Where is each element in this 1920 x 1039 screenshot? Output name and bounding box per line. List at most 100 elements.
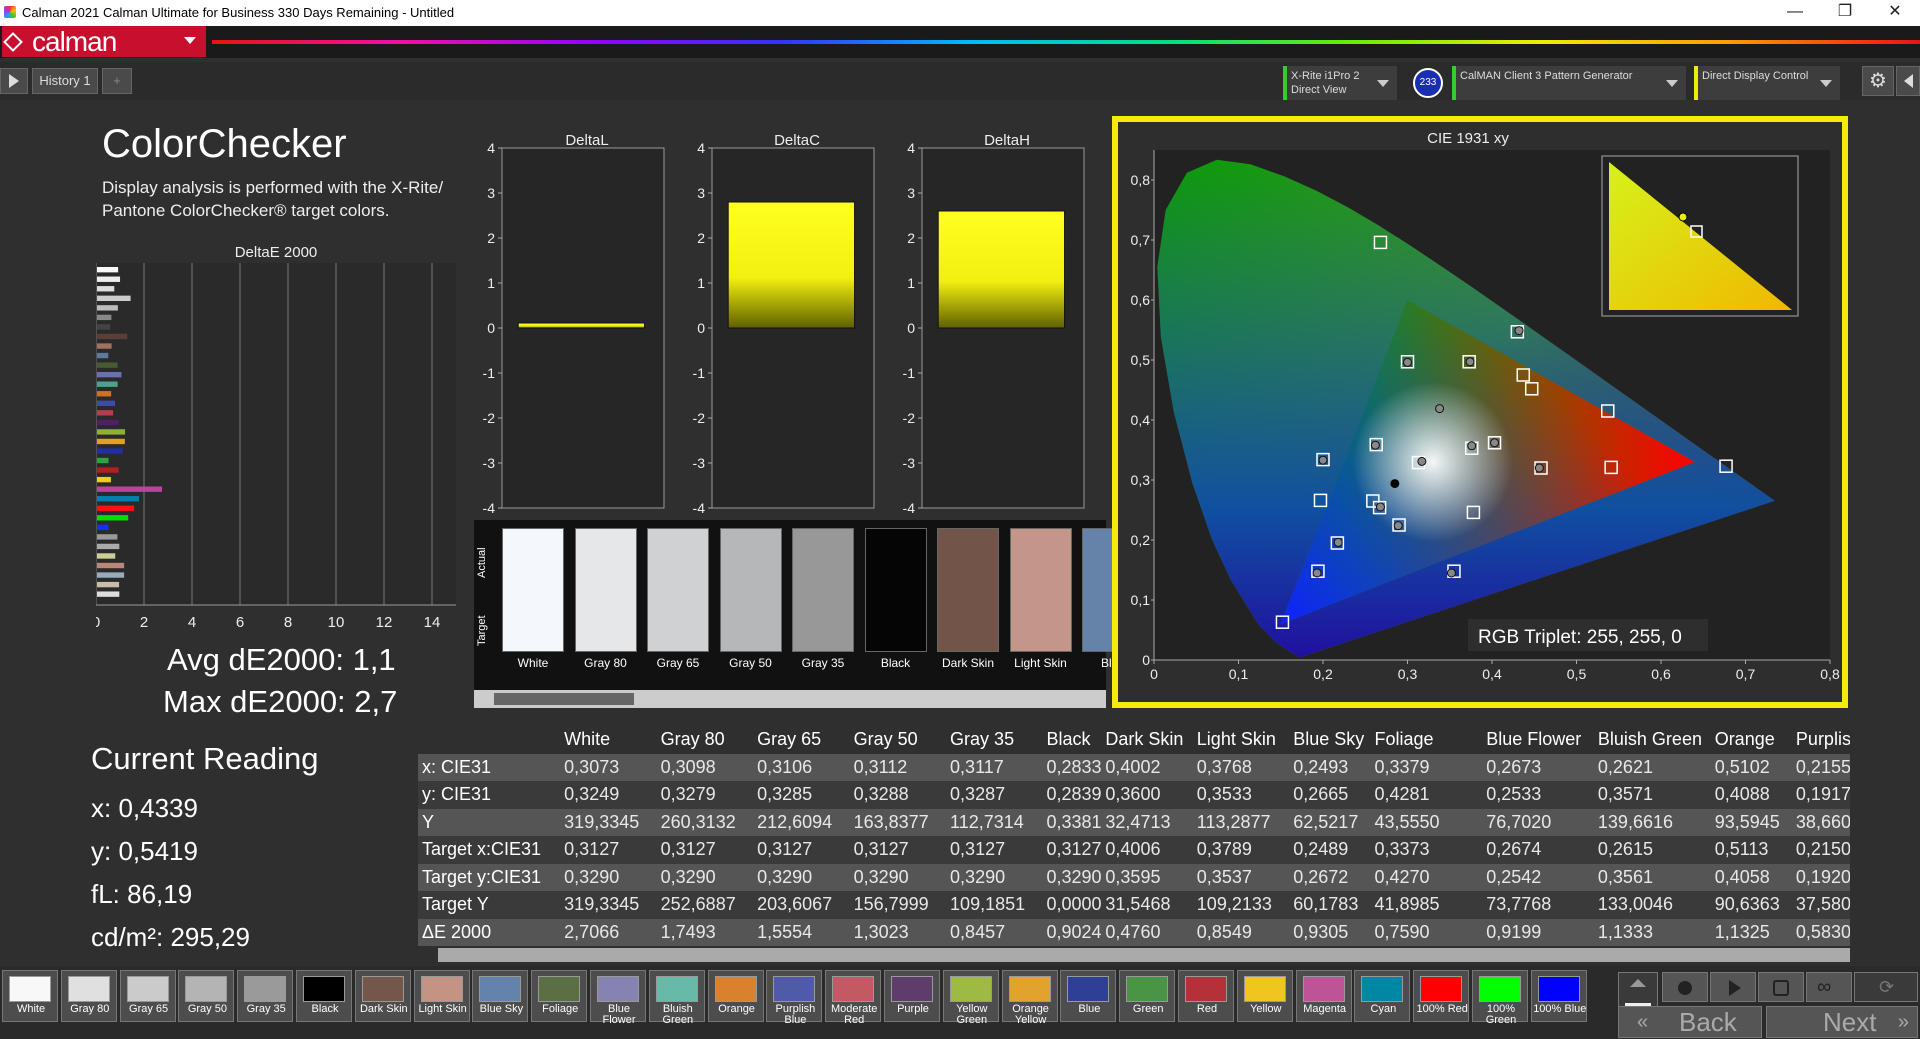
table-scrollbar[interactable] bbox=[438, 948, 1850, 962]
column-header[interactable]: Orange bbox=[1711, 726, 1792, 754]
patch-gray-35[interactable]: Gray 35 bbox=[237, 970, 294, 1022]
patch-white[interactable]: White bbox=[2, 970, 58, 1022]
column-header[interactable]: Blue Flower bbox=[1482, 726, 1594, 754]
patch-100-blue[interactable]: 100% Blue bbox=[1530, 970, 1587, 1022]
patch-cyan[interactable]: Cyan bbox=[1354, 970, 1411, 1022]
settings-button[interactable]: ⚙ bbox=[1862, 66, 1894, 96]
delta-tick-label: 0 bbox=[907, 320, 915, 336]
minimize-button[interactable]: — bbox=[1772, 2, 1818, 24]
refresh-button[interactable]: ⟳ bbox=[1854, 972, 1918, 1002]
deltae-bar bbox=[97, 448, 123, 454]
swatch-label: Black bbox=[880, 656, 911, 670]
patch-100-red[interactable]: 100% Red bbox=[1413, 970, 1470, 1022]
delta-tick-label: 0 bbox=[697, 320, 705, 336]
cie-chart-panel: CIE 1931 xy 0 0,1 0,2 0,3 0,4 0,5 0,6 0,7 0,8 0 0,… bbox=[1112, 116, 1848, 708]
table-cell: 2,7066 bbox=[560, 918, 657, 946]
column-header[interactable]: Black bbox=[1043, 726, 1102, 754]
patch-purplish-blue[interactable]: Purplish Blue bbox=[766, 970, 823, 1026]
patch-green[interactable]: Green bbox=[1119, 970, 1176, 1022]
scrollbar-thumb[interactable] bbox=[494, 693, 634, 705]
pattern-generator-selector[interactable]: CalMAN Client 3 Pattern Generator bbox=[1452, 66, 1686, 100]
table-cell: 0,3106 bbox=[753, 753, 850, 781]
swatch-gray-50[interactable] bbox=[719, 528, 782, 652]
gamut-white-glow bbox=[1352, 382, 1513, 542]
close-button[interactable]: ✕ bbox=[1872, 2, 1918, 24]
calman-menu-button[interactable]: calman bbox=[2, 26, 206, 57]
patch-light-skin[interactable]: Light Skin bbox=[413, 970, 470, 1022]
patch-gray-65[interactable]: Gray 65 bbox=[119, 970, 176, 1022]
patch-gray-80[interactable]: Gray 80 bbox=[60, 970, 117, 1022]
swatch-black[interactable] bbox=[864, 528, 927, 652]
column-header[interactable]: Purplish Blue bbox=[1792, 726, 1850, 754]
loop-button[interactable]: ∞ bbox=[1806, 972, 1852, 1002]
deltae-bar bbox=[97, 534, 118, 540]
next-button[interactable]: Next » bbox=[1766, 1006, 1918, 1038]
patch-blue-sky[interactable]: Blue Sky bbox=[472, 970, 529, 1022]
cie-y-tick: 0,6 bbox=[1131, 292, 1151, 308]
swatch-gray-80[interactable] bbox=[574, 528, 637, 652]
patch-moderate-red[interactable]: Moderate Red bbox=[825, 970, 882, 1026]
table-cell: 0,4088 bbox=[1710, 781, 1792, 809]
swatch-light-skin[interactable] bbox=[1009, 528, 1072, 652]
tab-history-1[interactable]: History 1 bbox=[32, 68, 98, 94]
play-workflow-button[interactable] bbox=[0, 68, 28, 94]
patch-bluish-green[interactable]: Bluish Green bbox=[648, 970, 705, 1026]
swatch-gray-65[interactable] bbox=[647, 528, 709, 652]
column-header[interactable]: Gray 65 bbox=[753, 726, 849, 754]
meter-status-badge[interactable]: 233 bbox=[1413, 68, 1443, 98]
table-cell: 0,8457 bbox=[946, 918, 1043, 946]
column-header[interactable]: Gray 35 bbox=[946, 726, 1042, 754]
column-header[interactable]: Gray 50 bbox=[850, 726, 946, 754]
swatch-gray-35[interactable] bbox=[792, 528, 854, 652]
swatch-dark-skin[interactable] bbox=[937, 528, 999, 652]
patch-orange[interactable]: Orange bbox=[707, 970, 764, 1022]
patch-yellow[interactable]: Yellow bbox=[1236, 970, 1293, 1022]
patch-orange-yellow[interactable]: Orange Yellow bbox=[1001, 970, 1058, 1026]
column-header[interactable]: Light Skin bbox=[1193, 726, 1289, 754]
cie-actual-point bbox=[1370, 440, 1380, 450]
column-header[interactable]: White bbox=[560, 726, 656, 754]
patch-gray-50[interactable]: Gray 50 bbox=[178, 970, 235, 1022]
table-cell: 76,7020 bbox=[1482, 808, 1594, 836]
meter-selector[interactable]: X-Rite i1Pro 2 Direct View bbox=[1283, 66, 1397, 100]
patch-yellow-green[interactable]: Yellow Green bbox=[942, 970, 999, 1026]
patch-color bbox=[949, 976, 992, 1002]
cie-actual-point bbox=[1333, 537, 1343, 547]
table-cell: 0,9024 bbox=[1042, 918, 1102, 946]
swatch-white[interactable] bbox=[502, 528, 564, 652]
play-button[interactable] bbox=[1710, 972, 1756, 1002]
deltae-tick-label: 0 bbox=[96, 614, 100, 631]
table-cell: 0,2155 bbox=[1791, 753, 1850, 781]
back-button[interactable]: « Back bbox=[1618, 1006, 1762, 1038]
display-control-selector[interactable]: Direct Display Control bbox=[1694, 66, 1840, 100]
patch-100-green[interactable]: 100% Green bbox=[1472, 970, 1528, 1026]
patch-color bbox=[1361, 976, 1404, 1002]
table-cell: 0,3290 bbox=[946, 863, 1043, 891]
patch-blue-flower[interactable]: Blue Flower bbox=[590, 970, 646, 1026]
patch-red[interactable]: Red bbox=[1178, 970, 1234, 1022]
stop-button[interactable] bbox=[1662, 972, 1708, 1002]
swatch-side-labels: Actual Target bbox=[476, 526, 494, 650]
patch-dark-skin[interactable]: Dark Skin bbox=[354, 970, 411, 1022]
column-header[interactable]: Gray 80 bbox=[657, 726, 753, 754]
add-tab-button[interactable]: + bbox=[102, 68, 132, 94]
measure-button[interactable] bbox=[1758, 972, 1804, 1002]
table-cell: 0,0000 bbox=[1042, 891, 1102, 919]
delta-tick-label: 2 bbox=[487, 230, 495, 246]
column-header[interactable]: Bluish Green bbox=[1594, 726, 1711, 754]
patch-foliage[interactable]: Foliage bbox=[531, 970, 588, 1022]
column-header[interactable] bbox=[418, 726, 560, 754]
swatch-scrollbar[interactable] bbox=[474, 690, 1106, 708]
column-header[interactable]: Blue Sky bbox=[1289, 726, 1370, 754]
delta-tick-label: -1 bbox=[903, 365, 916, 381]
patch-magenta[interactable]: Magenta bbox=[1295, 970, 1352, 1022]
column-header[interactable]: Dark Skin bbox=[1101, 726, 1192, 754]
restore-button[interactable]: ❐ bbox=[1822, 2, 1868, 24]
expand-button[interactable] bbox=[1896, 66, 1920, 96]
column-header[interactable]: Foliage bbox=[1371, 726, 1483, 754]
patch-purple[interactable]: Purple bbox=[884, 970, 940, 1022]
deltae-tick-label: 14 bbox=[424, 614, 441, 631]
patch-black[interactable]: Black bbox=[296, 970, 352, 1022]
table-cell: 0,2672 bbox=[1289, 863, 1371, 891]
patch-blue[interactable]: Blue bbox=[1060, 970, 1117, 1022]
